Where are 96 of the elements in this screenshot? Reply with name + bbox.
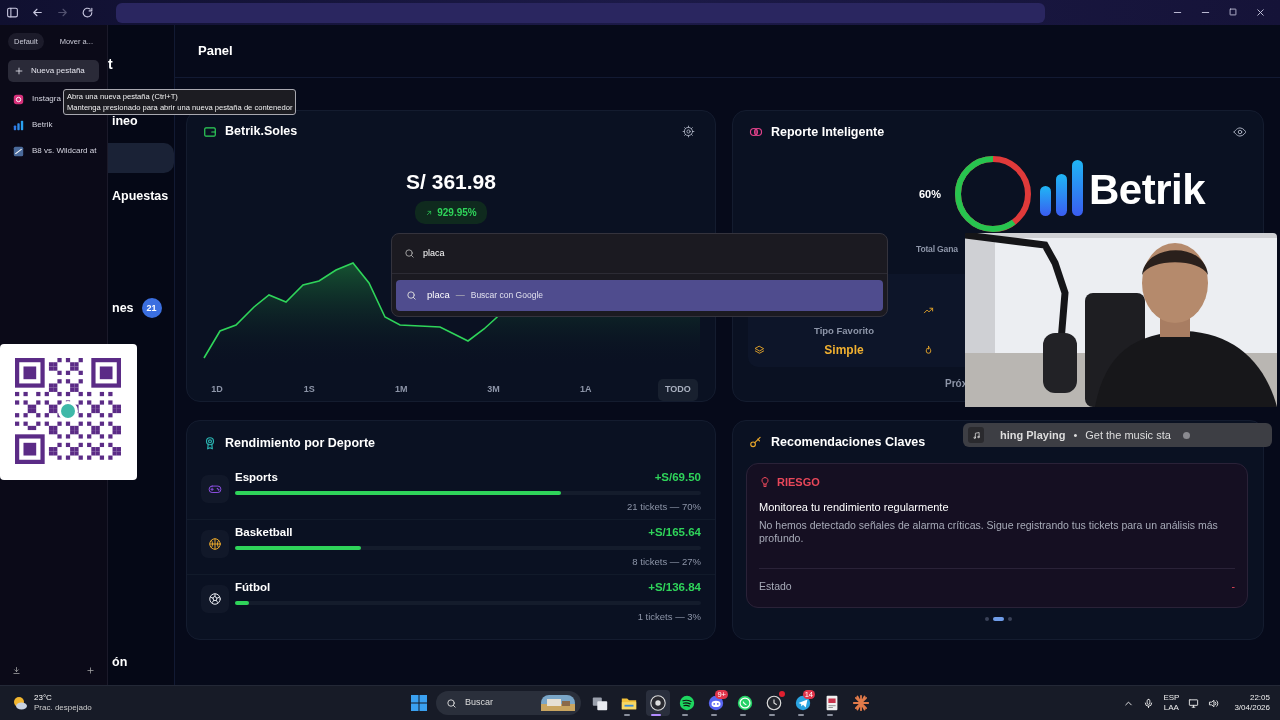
change-badge: 929.95% <box>415 201 487 224</box>
monitor-icon[interactable] <box>1188 697 1200 709</box>
keyboard-language[interactable]: ESP LAA <box>1163 693 1180 713</box>
eye-icon[interactable] <box>1233 125 1247 139</box>
range-tab[interactable]: 3M <box>473 379 514 401</box>
card-title: Recomendaciones Claves <box>771 433 926 451</box>
card-title: Rendimiento por Deporte <box>225 434 375 452</box>
logo-text: Betrik <box>1089 168 1206 212</box>
sport-name: Fútbol <box>235 580 271 596</box>
bar-chart-icon <box>13 119 24 131</box>
sidebar-item[interactable]: nes 21 <box>108 293 174 323</box>
paper-plane-icon <box>794 694 812 712</box>
range-tab[interactable]: TODO <box>657 379 698 401</box>
game-chat-icon <box>707 694 725 712</box>
bar-chart-logo-icon <box>1040 160 1084 216</box>
stat-label: Tipo Favorito <box>814 325 874 336</box>
arrow-up-right-icon <box>425 208 434 217</box>
fire-icon <box>923 344 934 356</box>
track-subtitle: Get the music sta <box>1085 427 1171 443</box>
plus-icon <box>14 66 24 77</box>
sport-profit: +S/165.64 <box>648 525 701 541</box>
maximize-icon[interactable] <box>1228 7 1238 17</box>
card-title: Reporte Inteligente <box>771 123 885 141</box>
count-badge: 21 <box>141 298 162 318</box>
medal-icon <box>203 436 217 450</box>
browser-tab[interactable]: Betrik <box>8 112 99 139</box>
game-thumbnail-icon <box>13 145 24 157</box>
status-dot <box>1182 431 1190 439</box>
music-note-icon <box>968 427 984 443</box>
timer-icon <box>765 694 783 712</box>
record-icon <box>649 694 667 712</box>
soccer-ball-icon <box>208 592 222 606</box>
music-icon <box>678 694 696 712</box>
weather-icon[interactable] <box>12 695 28 711</box>
browser-tab[interactable]: B8 vs. Wildcard at <box>8 138 99 165</box>
search-icon <box>404 248 415 259</box>
back-icon[interactable] <box>31 6 44 19</box>
gamepad-icon <box>208 482 222 496</box>
balance-amount: S/ 361.98 <box>406 170 496 193</box>
stat-value: Simple <box>824 342 864 359</box>
track-title: hing Playing <box>1000 427 1066 443</box>
close-icon[interactable] <box>1255 7 1266 18</box>
new-tab-button[interactable]: Nueva pestaña <box>8 60 99 83</box>
search-suggestion[interactable]: placa — Buscar con Google <box>396 280 883 311</box>
stat-label: Total Gana <box>916 244 958 254</box>
sport-detail: 1 tickets — 3% <box>637 611 701 622</box>
sport-detail: 21 tickets — 70% <box>627 501 701 512</box>
sport-profit: +S/69.50 <box>654 470 701 486</box>
phone-chat-icon <box>736 694 754 712</box>
risk-tag: RIESGO <box>777 474 820 491</box>
range-tab[interactable]: 1D <box>197 379 237 401</box>
range-tab[interactable]: 1A <box>565 379 606 401</box>
search-field[interactable]: Buscar <box>436 691 581 715</box>
key-icon <box>749 435 763 449</box>
brand-name: t <box>108 55 114 73</box>
settings-icon[interactable] <box>682 125 695 138</box>
weather-text: Prac. despejado <box>34 703 92 713</box>
clock[interactable]: 22:05 3/04/2026 <box>1234 693 1270 713</box>
wallet-icon <box>203 124 217 139</box>
trend-up-icon <box>923 305 934 316</box>
search-icon <box>406 290 417 301</box>
sport-detail: 8 tickets — 27% <box>632 556 701 567</box>
speaker-icon[interactable] <box>1208 697 1220 709</box>
sidebar-item[interactable]: Apuestas <box>108 181 174 211</box>
sidebar-toggle-icon[interactable] <box>6 6 19 19</box>
temperature: 23°C <box>34 693 53 703</box>
tip-title: Monitorea tu rendimiento regularmente <box>759 499 950 515</box>
tip-text: No hemos detectado señales de alarma críticas. Sigue registrando tus tickets para un análisis más profundo. <box>759 519 1219 545</box>
lightbulb-icon <box>759 476 771 489</box>
reload-icon[interactable] <box>81 6 94 19</box>
camera-icon <box>13 93 24 105</box>
sport-name: Esports <box>235 470 278 486</box>
range-tab[interactable]: 1M <box>381 379 422 401</box>
taskbar-app[interactable] <box>646 690 670 716</box>
win-rate: 60% <box>919 186 943 202</box>
card-title: Betrik.Soles <box>225 123 298 141</box>
search-icon <box>446 697 457 709</box>
status-value: - <box>1231 579 1235 595</box>
plus-icon[interactable] <box>86 666 95 675</box>
sport-name: Basketball <box>235 525 293 541</box>
download-icon[interactable] <box>12 666 21 675</box>
status-label: Estado <box>759 579 792 595</box>
basketball-icon <box>208 537 222 551</box>
layers-icon <box>754 344 765 356</box>
start-button[interactable] <box>411 695 427 711</box>
sport-profit: +S/136.84 <box>648 580 701 596</box>
microphone-icon[interactable] <box>1143 697 1155 709</box>
range-tab[interactable]: 1S <box>289 379 330 401</box>
sunburst-icon <box>852 694 870 712</box>
qr-code-icon <box>0 344 137 480</box>
carousel-dot[interactable] <box>984 617 989 621</box>
separator-dot: • <box>1073 427 1078 443</box>
carousel-dot[interactable] <box>1007 617 1012 621</box>
sidebar-item[interactable]: ón <box>108 647 174 677</box>
page-title: Panel <box>198 42 233 61</box>
address-input[interactable]: placa <box>423 246 823 261</box>
